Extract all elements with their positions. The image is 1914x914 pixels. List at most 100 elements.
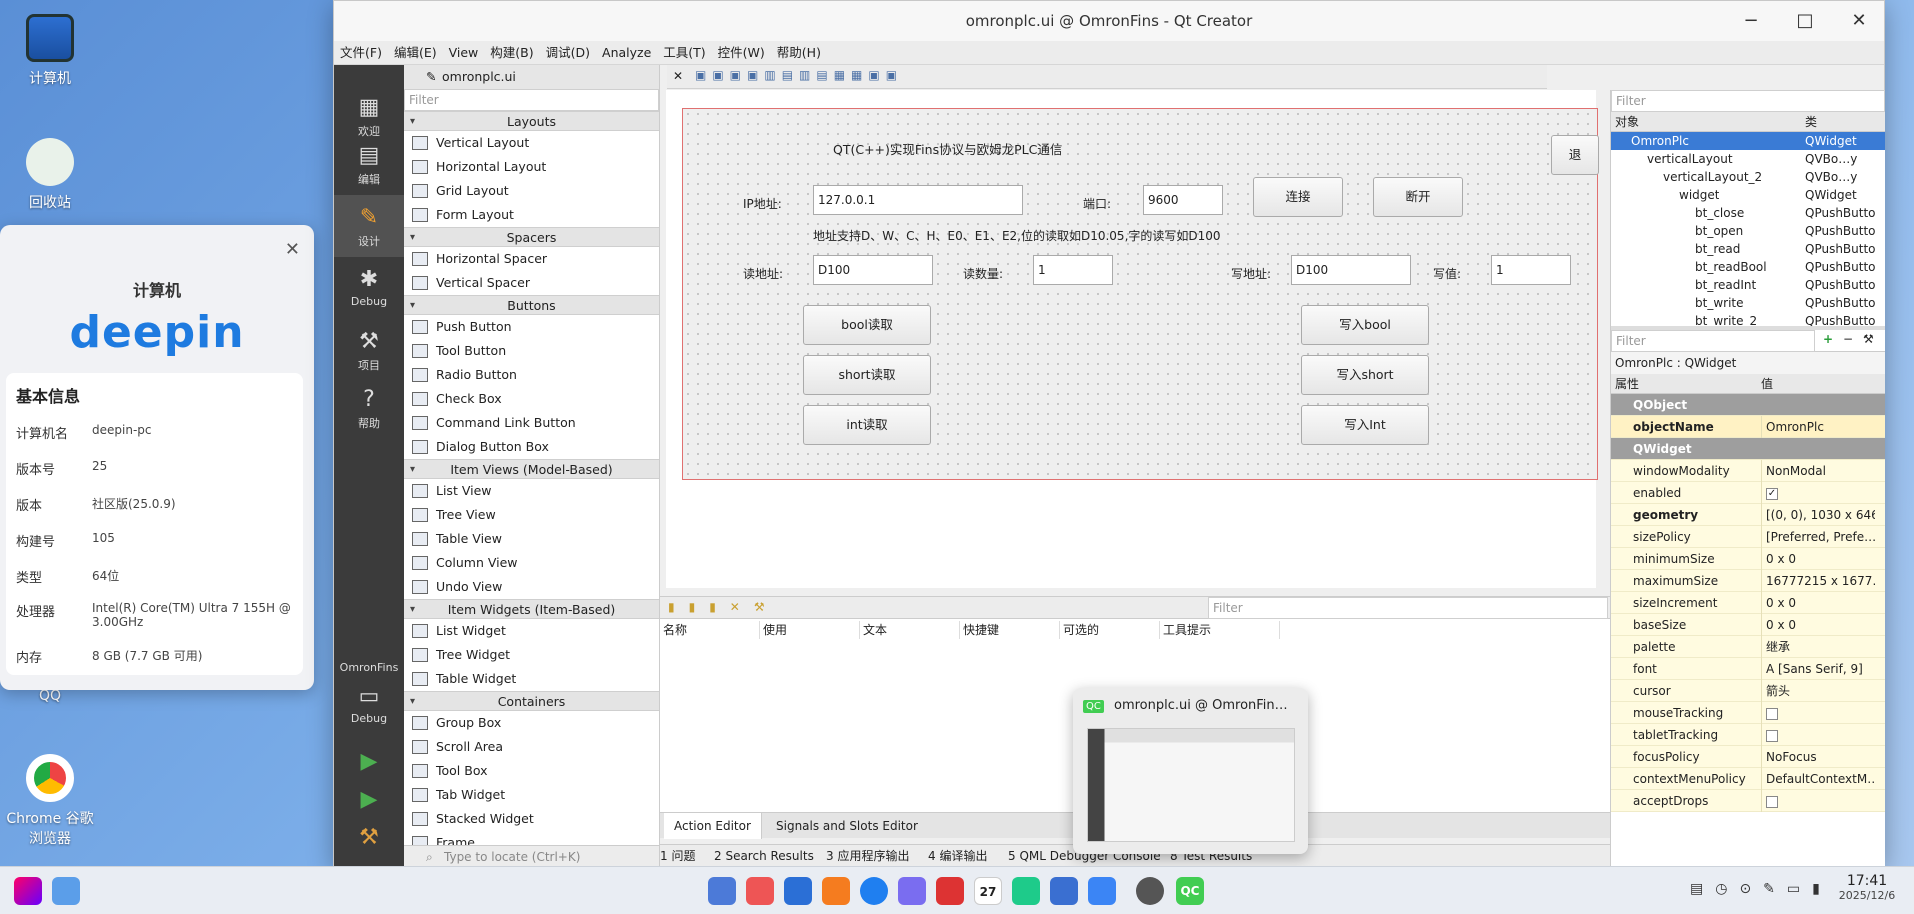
menu-file[interactable]: 文件(F) xyxy=(334,41,388,65)
property-value[interactable] xyxy=(1761,702,1875,724)
property-row[interactable]: QWidget xyxy=(1611,438,1885,460)
object-tree-row[interactable]: bt_write_2 QPushButto xyxy=(1611,312,1885,326)
qt-creator-icon[interactable]: QC xyxy=(1176,877,1204,905)
widget-item[interactable]: Form Layout xyxy=(404,203,659,227)
desktop-icon-trash[interactable]: 回收站 xyxy=(0,138,100,212)
property-row[interactable]: maximumSize 16777215 x 1677… xyxy=(1611,570,1885,592)
connect-button[interactable]: 连接 xyxy=(1253,177,1343,217)
widgets-icon[interactable] xyxy=(746,877,774,905)
calendar-icon[interactable]: 27 xyxy=(974,877,1002,905)
widget-item[interactable]: Horizontal Layout xyxy=(404,155,659,179)
launcher-icon[interactable] xyxy=(14,877,42,905)
window-titlebar[interactable]: omronplc.ui @ OmronFins - Qt Creator − □… xyxy=(334,1,1884,41)
widget-item[interactable]: Vertical Spacer xyxy=(404,271,659,295)
property-value[interactable]: NonModal xyxy=(1761,460,1875,482)
property-value[interactable]: 0 x 0 xyxy=(1761,592,1875,614)
run-button[interactable]: ▶ xyxy=(334,745,404,781)
kit-selector[interactable]: OmronFins ▭ Debug xyxy=(334,655,404,739)
widget-item[interactable]: Undo View xyxy=(404,575,659,599)
bool-read-button[interactable]: bool读取 xyxy=(803,305,931,345)
int-read-button[interactable]: int读取 xyxy=(803,405,931,445)
object-tree-row[interactable]: bt_readBool QPushButto xyxy=(1611,258,1885,276)
ip-input[interactable]: 127.0.0.1 xyxy=(813,185,1023,215)
property-value[interactable]: 0 x 0 xyxy=(1761,614,1875,636)
widget-item[interactable]: Table Widget xyxy=(404,667,659,691)
port-input[interactable]: 9600 xyxy=(1143,185,1223,215)
object-tree-row[interactable]: widget QWidget xyxy=(1611,186,1885,204)
widget-item[interactable]: Tree Widget xyxy=(404,643,659,667)
browser-icon[interactable] xyxy=(860,877,888,905)
tab-signals-slots[interactable]: Signals and Slots Editor xyxy=(766,813,928,839)
designed-form[interactable]: QT(C++)实现Fins协议与欧姆龙PLC通信 IP地址: 127.0.0.1… xyxy=(682,108,1599,480)
menu-build[interactable]: 构建(B) xyxy=(484,41,539,65)
widget-item[interactable]: Check Box xyxy=(404,387,659,411)
widget-item[interactable]: Command Link Button xyxy=(404,411,659,435)
col-checkable[interactable]: 可选的 xyxy=(1060,621,1160,639)
action-filter[interactable]: Filter xyxy=(1208,597,1608,619)
property-value[interactable]: ✓ xyxy=(1761,482,1875,504)
menu-debug[interactable]: 调试(D) xyxy=(540,41,596,65)
property-value[interactable]: 继承 xyxy=(1761,636,1875,658)
document-viewer-icon[interactable] xyxy=(1050,877,1078,905)
widget-item[interactable]: Scroll Area xyxy=(404,735,659,759)
close-editor-icon[interactable]: ✕ xyxy=(673,69,683,83)
property-filter[interactable]: Filter xyxy=(1611,330,1815,352)
property-row[interactable]: cursor 箭头 xyxy=(1611,680,1885,702)
checkbox[interactable]: ✓ xyxy=(1766,487,1778,500)
property-row[interactable]: font A [Sans Serif, 9] xyxy=(1611,658,1885,680)
app-store-icon[interactable] xyxy=(822,877,850,905)
desktop-icon-qq[interactable]: QQ xyxy=(0,688,100,704)
property-row[interactable]: sizeIncrement 0 x 0 xyxy=(1611,592,1885,614)
desktop-icon-chrome[interactable]: Chrome 谷歌浏览器 xyxy=(0,754,100,848)
remove-property-icon[interactable]: − xyxy=(1843,332,1853,346)
property-row[interactable]: objectName OmronPlc xyxy=(1611,416,1885,438)
property-value[interactable]: [(0, 0), 1030 x 646] xyxy=(1761,504,1875,526)
property-row[interactable]: mouseTracking xyxy=(1611,702,1885,724)
build-button[interactable]: ⚒ xyxy=(334,821,404,857)
object-tree-row[interactable]: bt_open QPushButto xyxy=(1611,222,1885,240)
configure-icon[interactable]: ⚒ xyxy=(1863,332,1874,346)
short-write-button[interactable]: 写入short xyxy=(1301,355,1429,395)
menu-tools[interactable]: 工具(T) xyxy=(657,41,711,65)
property-row[interactable]: windowModality NonModal xyxy=(1611,460,1885,482)
window-preview[interactable]: QC omronplc.ui @ OmronFin… xyxy=(1073,688,1308,854)
multitask-icon[interactable] xyxy=(708,877,736,905)
widget-item[interactable]: Column View xyxy=(404,551,659,575)
widgetbox-filter[interactable]: Filter xyxy=(404,89,659,111)
widget-item[interactable]: Tree View xyxy=(404,503,659,527)
manual-icon[interactable] xyxy=(1088,877,1116,905)
tab-action-editor[interactable]: Action Editor xyxy=(664,813,762,839)
debug-run-button[interactable]: ▶ xyxy=(334,783,404,819)
col-shortcut[interactable]: 快捷键 xyxy=(960,621,1060,639)
short-read-button[interactable]: short读取 xyxy=(803,355,931,395)
property-row[interactable]: enabled ✓ xyxy=(1611,482,1885,504)
read-count-input[interactable]: 1 xyxy=(1033,255,1113,285)
property-value[interactable]: 0 x 0 xyxy=(1761,548,1875,570)
property-value[interactable]: 16777215 x 1677… xyxy=(1761,570,1875,592)
widget-item[interactable]: Tool Box xyxy=(404,759,659,783)
locator-input[interactable]: ⌕ Type to locate (Ctrl+K) xyxy=(404,845,659,867)
clock[interactable]: 17:41 2025/12/6 xyxy=(1832,873,1902,902)
menu-analyze[interactable]: Analyze xyxy=(596,41,657,65)
checkbox[interactable] xyxy=(1766,707,1778,720)
widget-category[interactable]: Containers xyxy=(404,691,659,712)
property-row[interactable]: palette 继承 xyxy=(1611,636,1885,658)
settings-icon[interactable] xyxy=(1136,877,1164,905)
widget-item[interactable]: Horizontal Spacer xyxy=(404,247,659,271)
object-tree-row[interactable]: verticalLayout_2 QVBo…y xyxy=(1611,168,1885,186)
col-name[interactable]: 名称 xyxy=(660,621,760,639)
property-value[interactable] xyxy=(1761,724,1875,746)
tray-icons[interactable]: ▤◷⊙✎▭▮ xyxy=(1690,881,1832,897)
output-compile[interactable]: 4 编译输出 xyxy=(928,845,987,867)
widget-item[interactable]: List Widget xyxy=(404,619,659,643)
widget-item[interactable]: List View xyxy=(404,479,659,503)
mode-projects[interactable]: ⚒ 项目 xyxy=(334,319,404,381)
int-write-button[interactable]: 写入Int xyxy=(1301,405,1429,445)
new-action-icon[interactable]: ▮▮▮✕⚒ xyxy=(668,600,779,614)
search-icon[interactable] xyxy=(52,877,80,905)
property-row[interactable]: focusPolicy NoFocus xyxy=(1611,746,1885,768)
minimize-button[interactable]: − xyxy=(1726,1,1776,41)
object-tree-row[interactable]: bt_readInt QPushButto xyxy=(1611,276,1885,294)
menu-widgets[interactable]: 控件(W) xyxy=(712,41,771,65)
widget-item[interactable]: Push Button xyxy=(404,315,659,339)
